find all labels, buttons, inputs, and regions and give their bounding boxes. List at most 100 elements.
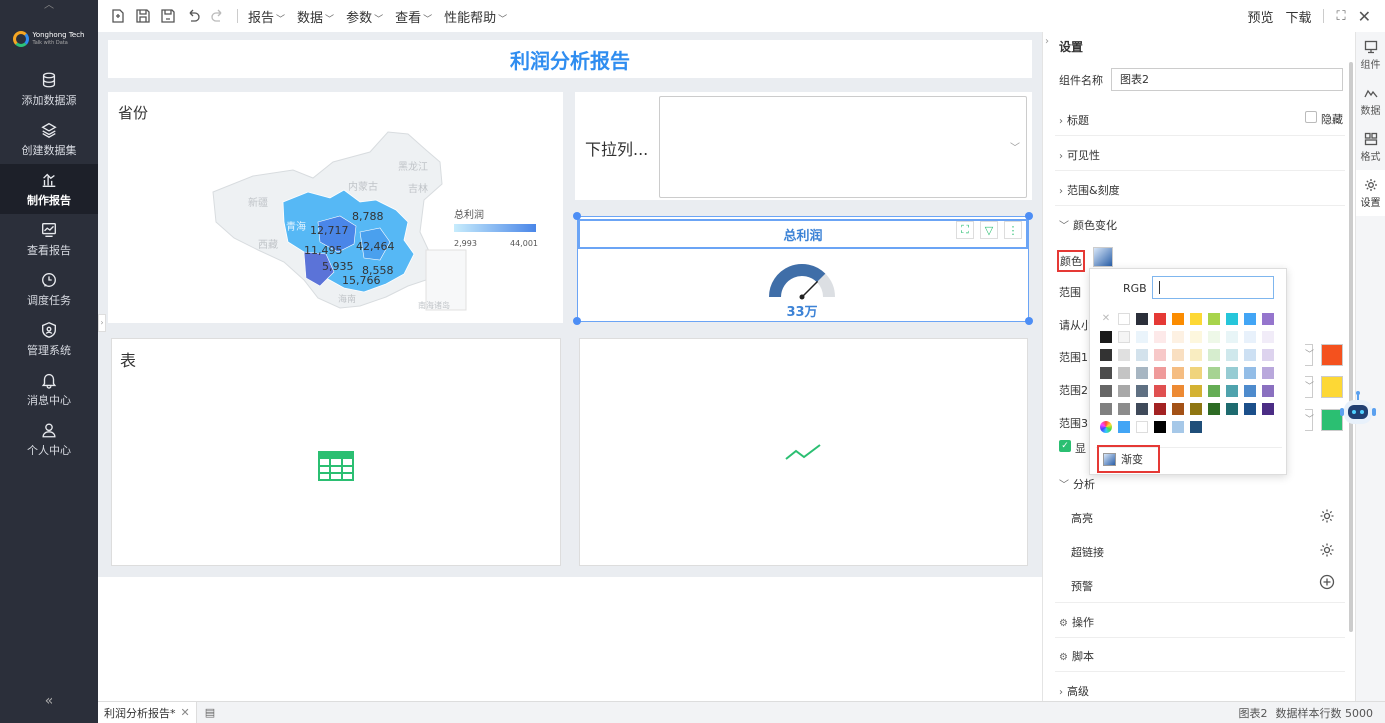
color-swatch[interactable] [1208,403,1220,415]
color-swatch[interactable] [1190,331,1202,343]
show-checkbox[interactable]: ✓ [1059,440,1071,452]
color-swatch[interactable] [1100,331,1112,343]
tab-data[interactable]: 数据 [1356,78,1385,124]
undo-icon[interactable] [185,8,201,24]
color-swatch[interactable] [1118,349,1130,361]
report-tab[interactable]: 利润分析报告* ✕ [98,702,197,723]
color-swatch[interactable] [1118,331,1130,343]
range3-select[interactable]: ﹀ [1305,409,1314,431]
report-title[interactable]: 利润分析报告 [108,40,1032,78]
panel-scrollbar[interactable] [1349,62,1353,632]
gauge-component[interactable]: 总利润 ⛶ ▽ ⋮ 33万 [577,216,1029,322]
color-swatch[interactable] [1136,349,1148,361]
color-swatch[interactable] [1100,349,1112,361]
color-swatch[interactable] [1190,385,1202,397]
sidebar-up-chevron-icon[interactable]: ︿ [0,0,98,14]
resize-handle[interactable] [1025,317,1033,325]
dropdown-select[interactable]: ﹀ [659,96,1027,198]
tab-format[interactable]: 格式 [1356,124,1385,170]
tab-component[interactable]: 组件 [1356,32,1385,78]
color-swatch[interactable] [1172,313,1184,325]
color-swatch[interactable] [1226,349,1238,361]
maximize-icon[interactable]: ⛶ [956,221,974,239]
menu-data[interactable]: 数据 ﹀ [297,7,334,26]
color-swatch[interactable] [1154,403,1166,415]
preview-button[interactable]: 预览 [1247,7,1273,26]
color-swatch[interactable] [1118,367,1130,379]
menu-performance-help[interactable]: 性能帮助 ﹀ [444,7,507,26]
sidebar-item-add-datasource[interactable]: 添加数据源 [0,64,98,114]
section-title[interactable]: › 标题 [1059,112,1089,128]
section-visibility[interactable]: › 可见性 [1059,147,1100,163]
map-component[interactable]: 省份 黑龙江 吉林 内蒙古 新疆 西藏 青海 海南 南海诸岛 8,788 12,… [108,92,563,323]
line-chart-component[interactable] [579,338,1028,566]
section-analysis[interactable]: ﹀ 分析 [1059,476,1095,492]
sidebar-item-messages[interactable]: 消息中心 [0,364,98,414]
color-swatch[interactable] [1118,313,1130,325]
color-picker-button[interactable] [1093,247,1113,267]
color-swatch[interactable] [1172,403,1184,415]
color-swatch[interactable] [1244,331,1256,343]
color-swatch[interactable] [1154,421,1166,433]
sidebar-item-schedule[interactable]: 调度任务 [0,264,98,314]
assistant-robot-icon[interactable] [1338,388,1378,436]
color-swatch[interactable] [1118,403,1130,415]
color-swatch[interactable] [1172,421,1184,433]
menu-params[interactable]: 参数 ﹀ [346,7,383,26]
color-swatch[interactable] [1208,331,1220,343]
panel-collapse-icon[interactable]: › [1045,36,1057,50]
menu-report[interactable]: 报告 ﹀ [248,7,285,26]
canvas-left-collapse-icon[interactable]: › [98,314,106,332]
color-swatch[interactable] [1172,331,1184,343]
color-swatch[interactable] [1136,313,1148,325]
new-report-icon[interactable] [110,8,126,24]
section-script[interactable]: ⚙ 脚本 [1059,648,1094,664]
color-swatch[interactable] [1226,403,1238,415]
gradient-button[interactable]: 渐变 [1097,445,1160,473]
color-swatch[interactable] [1154,313,1166,325]
color-swatch[interactable] [1136,331,1148,343]
sidebar-item-view-report[interactable]: 查看报告 [0,214,98,264]
no-color-swatch[interactable]: ✕ [1100,313,1112,325]
color-swatch[interactable] [1136,403,1148,415]
color-swatch[interactable] [1118,421,1130,433]
add-alert-icon[interactable] [1319,574,1335,590]
color-swatch[interactable] [1154,331,1166,343]
sidebar-item-profile[interactable]: 个人中心 [0,414,98,464]
table-component[interactable]: 表 [111,338,561,566]
report-canvas[interactable]: 利润分析报告 省份 黑龙江 吉林 内蒙古 新疆 西藏 青海 海南 南海诸岛 8,… [98,32,1042,701]
color-swatch[interactable] [1226,385,1238,397]
color-swatch[interactable] [1190,367,1202,379]
sidebar-item-admin[interactable]: 管理系统 [0,314,98,364]
color-swatch[interactable] [1190,403,1202,415]
close-icon[interactable]: ✕ [1358,7,1371,26]
color-swatch[interactable] [1172,349,1184,361]
hyperlink-gear-icon[interactable] [1319,542,1335,558]
sidebar-item-make-report[interactable]: 制作报告 [0,164,98,214]
color-swatch[interactable] [1226,313,1238,325]
tab-settings[interactable]: 设置 [1356,170,1385,216]
color-swatch[interactable] [1100,367,1112,379]
color-swatch[interactable] [1244,367,1256,379]
fullscreen-icon[interactable]: ⛶ [1336,9,1345,24]
color-swatch[interactable] [1208,349,1220,361]
color-swatch[interactable] [1190,349,1202,361]
color-swatch[interactable] [1100,385,1112,397]
color-swatch[interactable] [1208,385,1220,397]
download-button[interactable]: 下载 [1285,7,1311,26]
color-swatch[interactable] [1208,313,1220,325]
color-swatch[interactable] [1208,367,1220,379]
color-swatch[interactable] [1190,421,1202,433]
section-advanced[interactable]: › 高级 [1059,683,1089,699]
color-swatch[interactable] [1262,367,1274,379]
close-tab-icon[interactable]: ✕ [181,706,190,719]
color-swatch[interactable] [1244,313,1256,325]
color-swatch[interactable] [1100,403,1112,415]
range1-color-swatch[interactable] [1321,344,1343,366]
custom-color-swatch[interactable] [1100,421,1112,433]
color-swatch[interactable] [1262,385,1274,397]
color-swatch[interactable] [1244,385,1256,397]
range2-select[interactable]: ﹀ [1305,376,1314,398]
filter-icon[interactable]: ▽ [980,221,998,239]
rgb-input[interactable] [1152,276,1274,299]
